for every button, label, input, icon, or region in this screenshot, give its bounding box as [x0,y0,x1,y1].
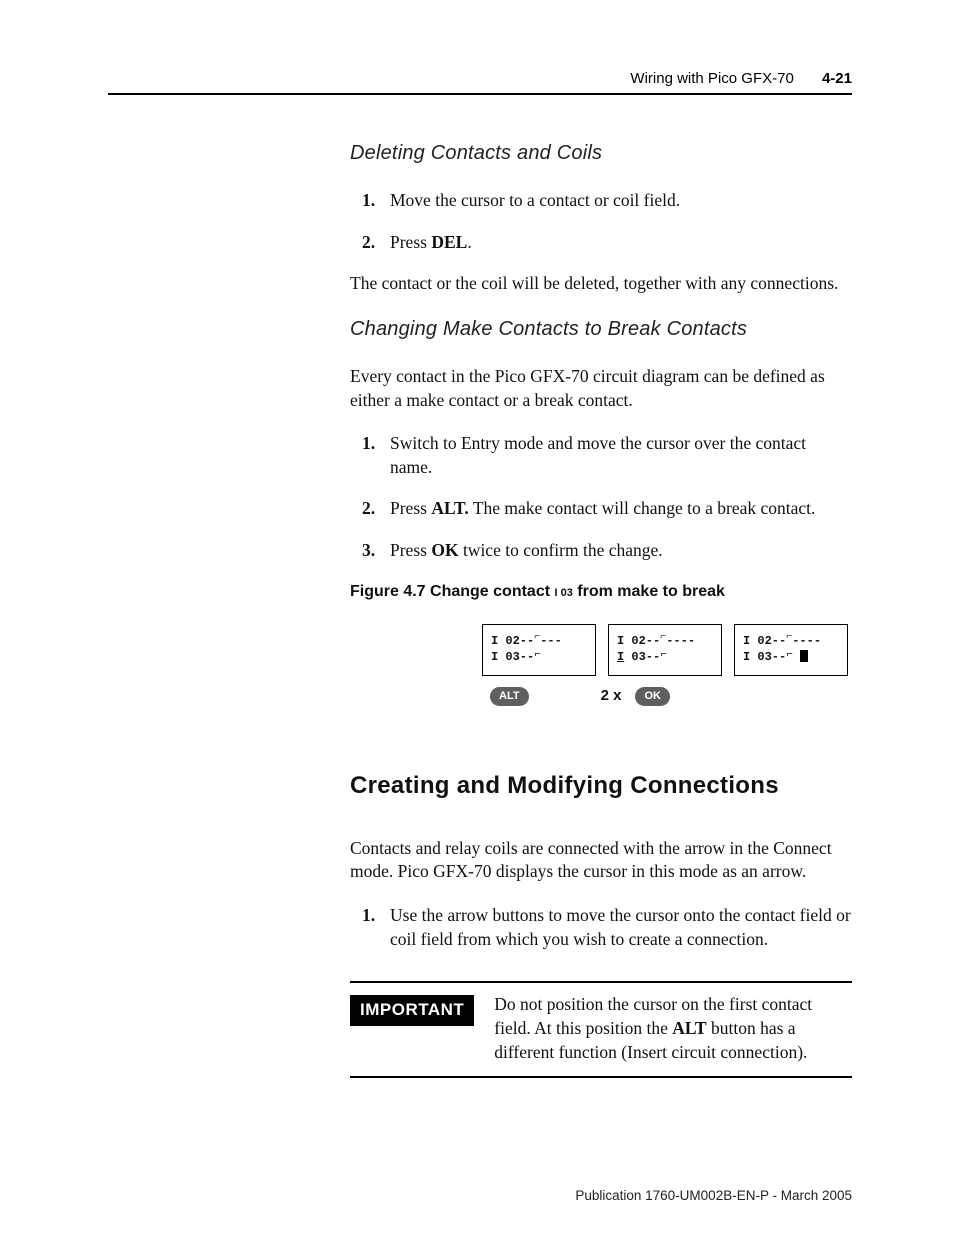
header-rule [108,93,852,95]
display-screen-3: I 02--⌐---- I 03--⌐ [734,624,848,676]
step-text: Press [390,232,431,252]
step-text: Switch to Entry mode and move the cursor… [390,433,806,477]
page: Wiring with Pico GFX-70 4-21 Deleting Co… [0,0,954,1235]
alt-key-badge: ALT [490,687,529,706]
important-callout: IMPORTANT Do not position the cursor on … [350,981,852,1078]
step-text: Press [390,540,431,560]
caret-icon: ⌐ [534,649,541,661]
step-text: Move the cursor to a contact or coil fie… [390,190,680,210]
paragraph: Contacts and relay coils are connected w… [350,837,852,884]
step-text: Press [390,498,431,518]
screen-text: I 03-- [743,650,786,664]
subheading-changing: Changing Make Contacts to Break Contacts [350,316,852,343]
paragraph: The contact or the coil will be deleted,… [350,272,852,296]
main-content: Deleting Contacts and Coils Move the cur… [350,140,852,1078]
important-label: IMPORTANT [350,995,474,1026]
step-item: Press DEL. [390,231,852,255]
section-heading-connections: Creating and Modifying Connections [350,770,852,802]
screen-text: 03-- [624,650,660,664]
paragraph: Every contact in the Pico GFX-70 circuit… [350,365,852,412]
figure-caption-text: Figure 4.7 Change contact [350,583,554,600]
display-screen-2: I 02--⌐---- I 03--⌐ [608,624,722,676]
ok-key-badge: OK [635,687,670,706]
step-item: Press ALT. The make contact will change … [390,497,852,521]
screen-text: I 02-- [617,634,660,648]
key-name: ALT. [431,498,468,518]
display-screen-1: I 02--⌐--- I 03--⌐ [482,624,596,676]
screen-text: I 03-- [491,650,534,664]
header-page-number: 4-21 [822,70,852,87]
caret-icon: ⌐ [660,649,667,661]
header-title: Wiring with Pico GFX-70 [630,70,793,87]
step-text: twice to confirm the change. [459,540,663,560]
step-item: Use the arrow buttons to move the cursor… [390,904,852,951]
figure-caption-sub: I 03 [554,587,572,599]
step-item: Press OK twice to confirm the change. [390,539,852,563]
step-text: . [467,232,471,252]
steps-changing: Switch to Entry mode and move the cursor… [350,432,852,563]
subheading-deleting: Deleting Contacts and Coils [350,140,852,167]
page-footer: Publication 1760-UM002B-EN-P - March 200… [575,1188,852,1203]
key-name: OK [431,540,458,560]
step-text: The make contact will change to a break … [469,498,816,518]
important-text: Do not position the cursor on the first … [494,993,852,1064]
step-item: Switch to Entry mode and move the cursor… [390,432,852,479]
caret-icon: ⌐ [786,649,793,661]
step-text: Use the arrow buttons to move the cursor… [390,905,851,949]
key-name: DEL [431,232,467,252]
step-item: Move the cursor to a contact or coil fie… [390,189,852,213]
screen-text: --- [540,634,562,648]
screen-text: ---- [792,634,821,648]
screen-text: I 02-- [743,634,786,648]
cursor-block-icon [800,650,808,662]
figure-caption-text: from make to break [573,583,725,600]
steps-deleting: Move the cursor to a contact or coil fie… [350,189,852,254]
running-header: Wiring with Pico GFX-70 4-21 [630,70,852,87]
display-screens-row: I 02--⌐--- I 03--⌐ I 02--⌐---- I 03--⌐ I… [482,624,852,676]
screen-text: ---- [666,634,695,648]
screen-text: I 02-- [491,634,534,648]
key-name: ALT [672,1018,706,1038]
key-legend-row: ALT 2 x OK [490,686,852,706]
two-x-label: 2 x [601,686,622,706]
figure-caption: Figure 4.7 Change contact I 03 from make… [350,581,852,603]
steps-connections: Use the arrow buttons to move the cursor… [350,904,852,951]
